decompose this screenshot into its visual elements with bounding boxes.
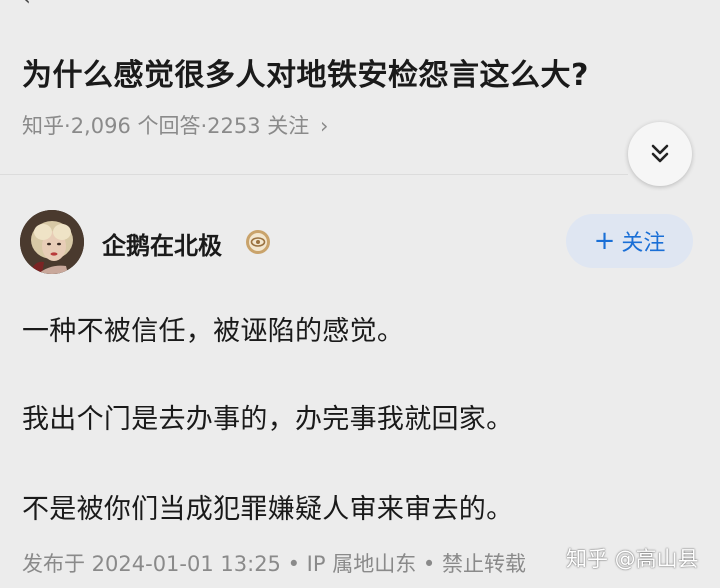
- answer-footer-meta: 发布于 2024-01-01 13:25 • IP 属地山东 • 禁止转载: [22, 552, 526, 576]
- divider: [0, 174, 628, 175]
- eye-badge-icon: [246, 230, 270, 254]
- watermark: 知乎 @高山县: [566, 547, 699, 571]
- answer-page: ‹ 为什么感觉很多人对地铁安检怨言这么大? 知乎 · 2,096 个回答 · 2…: [0, 0, 720, 588]
- avatar[interactable]: [20, 210, 84, 274]
- answer-paragraph: 一种不被信任，被诬陷的感觉。: [22, 316, 405, 347]
- answer-paragraph: 我出个门是去办事的，办完事我就回家。: [22, 404, 514, 435]
- ip-location: IP 属地山东: [306, 552, 417, 576]
- question-title[interactable]: 为什么感觉很多人对地铁安检怨言这么大?: [22, 50, 589, 94]
- expand-button[interactable]: [628, 122, 692, 186]
- follow-button[interactable]: + 关注: [566, 214, 693, 268]
- back-arrow-icon[interactable]: ‹: [22, 0, 31, 11]
- copyright-notice: 禁止转载: [441, 552, 526, 576]
- author-name[interactable]: 企鹅在北极: [102, 226, 222, 261]
- plus-icon: +: [593, 226, 616, 256]
- answer-count: 2,096 个回答: [70, 114, 201, 138]
- publish-time: 发布于 2024-01-01 13:25: [22, 552, 281, 576]
- chevron-right-icon: ›: [319, 114, 329, 138]
- question-source: 知乎: [22, 114, 64, 138]
- follow-button-label: 关注: [621, 231, 666, 256]
- question-meta[interactable]: 知乎 · 2,096 个回答 · 2253 关注 ›: [22, 110, 328, 140]
- answer-paragraph: 不是被你们当成犯罪嫌疑人审来审去的。: [22, 494, 514, 525]
- double-chevron-down-icon: [651, 144, 669, 163]
- follower-count: 2253 关注: [207, 114, 310, 138]
